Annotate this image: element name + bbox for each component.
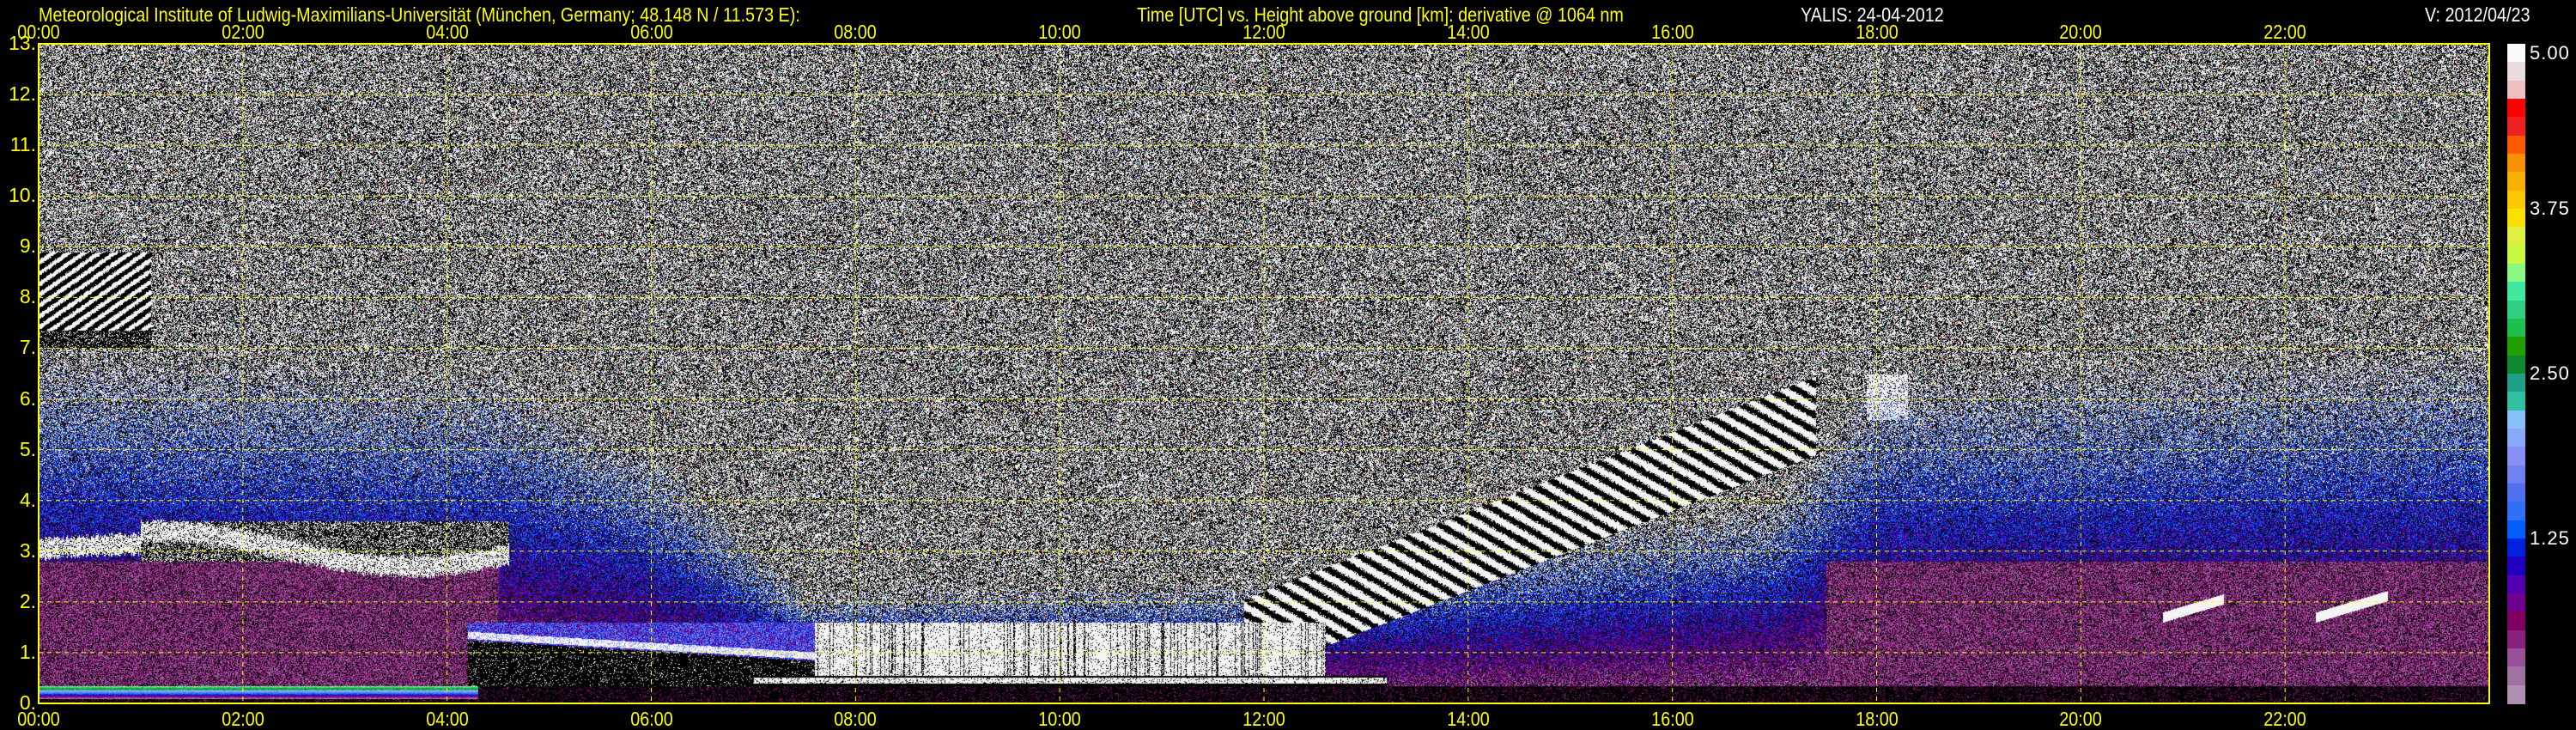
lidar-heatmap (39, 44, 2489, 703)
y-tick-label: 11. (9, 133, 36, 156)
y-tick-label: 3. (19, 538, 36, 562)
x-tick-label-top: 02:00 (222, 21, 264, 43)
colorbar-segment (2507, 227, 2525, 246)
x-tick-label-bottom: 04:00 (425, 708, 469, 730)
y-tick-label: 0. (19, 691, 36, 714)
colorbar-segment (2507, 648, 2525, 667)
colorbar-segment (2507, 154, 2525, 173)
x-tick-label-bottom: 18:00 (1855, 708, 1899, 730)
y-tick-label: 2. (19, 589, 36, 612)
colorbar-segment (2507, 337, 2525, 356)
colorbar-segment (2507, 410, 2525, 429)
colorbar-segment (2507, 117, 2525, 137)
colorbar-segment (2507, 245, 2525, 265)
colorbar-segment (2507, 99, 2525, 118)
y-tick-label: 5. (19, 437, 36, 460)
colorbar-segment (2507, 447, 2525, 466)
colorbar-segment (2507, 282, 2525, 301)
x-tick-label-bottom: 16:00 (1650, 708, 1694, 730)
colorbar-segment (2507, 135, 2525, 155)
colorbar-segment (2507, 172, 2525, 192)
x-tick-label-top: 20:00 (2059, 21, 2103, 43)
colorbar-segment (2507, 374, 2525, 392)
x-tick-label-top: 04:00 (425, 21, 469, 43)
colorbar-tick-label: 5.00 (2530, 42, 2570, 64)
colorbar-tick-label: 1.25 (2530, 527, 2570, 549)
y-tick-label: 10. (9, 184, 36, 207)
x-tick-label-top: 08:00 (834, 21, 878, 43)
colorbar-segment (2507, 575, 2525, 594)
colorbar-segment (2507, 300, 2525, 319)
colorbar-segment (2507, 190, 2525, 210)
institute-title: Meteorological Institute of Ludwig-Maxim… (39, 3, 800, 26)
colorbar-segment (2507, 209, 2525, 228)
colorbar-segment (2507, 538, 2525, 557)
axes-description: Time [UTC] vs. Height above ground [km]:… (1137, 3, 1624, 26)
colorbar-segment (2507, 465, 2525, 484)
colorbar-segment (2507, 630, 2525, 649)
x-tick-label-bottom: 14:00 (1447, 708, 1490, 730)
x-tick-label-bottom: 06:00 (629, 708, 673, 730)
y-tick-label: 13. (9, 32, 36, 54)
colorbar-segment (2507, 62, 2525, 82)
x-tick-label-top: 18:00 (1855, 21, 1899, 43)
y-tick-label: 9. (19, 234, 36, 258)
x-tick-label-top: 22:00 (2263, 21, 2306, 43)
colorbar-segment (2507, 44, 2525, 63)
colorbar-segment (2507, 557, 2525, 576)
y-tick-label: 6. (19, 386, 36, 410)
colorbar-tick-label: 2.50 (2530, 362, 2570, 384)
x-tick-label-top: 16:00 (1650, 21, 1694, 43)
colorbar-segment (2507, 502, 2525, 521)
colorbar-segment (2507, 684, 2525, 704)
y-tick-label: 4. (19, 488, 36, 511)
y-tick-label: 7. (19, 336, 36, 359)
x-tick-label-bottom: 12:00 (1242, 708, 1285, 730)
colorbar-segment (2507, 520, 2525, 539)
colorbar-segment (2507, 484, 2525, 502)
colorbar-segment (2507, 666, 2525, 686)
x-tick-label-top: 14:00 (1447, 21, 1490, 43)
colorbar-segment (2507, 611, 2525, 631)
colorbar-segment (2507, 319, 2525, 338)
version-label: V: 2012/04/23 (2425, 3, 2530, 26)
y-tick-label: 8. (19, 285, 36, 308)
x-tick-label-bottom: 02:00 (222, 708, 264, 730)
x-tick-label-bottom: 08:00 (834, 708, 878, 730)
colorbar-segment (2507, 392, 2525, 411)
x-tick-label-top: 12:00 (1242, 21, 1285, 43)
x-tick-label-bottom: 22:00 (2263, 708, 2306, 730)
colorbar-segment (2507, 593, 2525, 612)
y-tick-label: 1. (19, 640, 36, 663)
x-tick-label-bottom: 10:00 (1038, 708, 1081, 730)
y-tick-label: 12. (9, 82, 36, 106)
x-tick-label-top: 06:00 (629, 21, 673, 43)
x-tick-label-top: 10:00 (1038, 21, 1081, 43)
colorbar-segment (2507, 264, 2525, 283)
colorbar-tick-label: 3.75 (2530, 198, 2570, 219)
colorbar-segment (2507, 355, 2525, 374)
x-tick-label-bottom: 20:00 (2059, 708, 2103, 730)
colorbar-segment (2507, 429, 2525, 447)
colorbar-segment (2507, 80, 2525, 100)
